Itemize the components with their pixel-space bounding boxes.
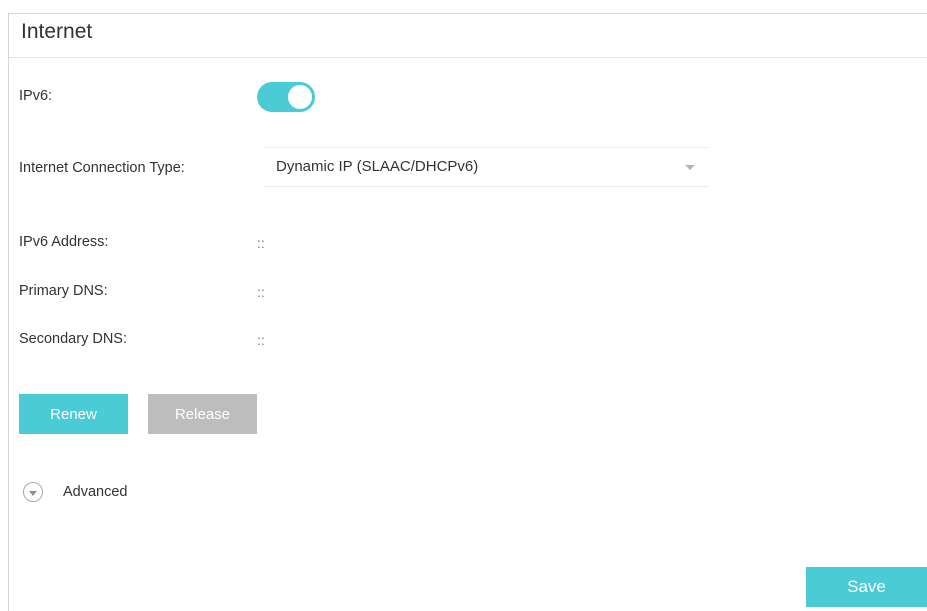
advanced-toggle[interactable]: Advanced — [23, 482, 128, 502]
panel-title: Internet — [21, 20, 93, 43]
dropdown-caret-icon — [685, 165, 695, 170]
connection-type-value: Dynamic IP (SLAAC/DHCPv6) — [276, 158, 479, 175]
primary-dns-value: :: — [257, 284, 265, 300]
chevron-down-circle-icon — [23, 482, 43, 502]
ipv6-address-label: IPv6 Address: — [19, 234, 109, 250]
ipv6-address-value: :: — [257, 235, 265, 251]
ipv6-label: IPv6: — [19, 88, 53, 104]
connection-type-select[interactable]: Dynamic IP (SLAAC/DHCPv6) — [264, 147, 709, 187]
ipv6-toggle[interactable] — [257, 82, 315, 112]
save-button[interactable]: Save — [806, 567, 927, 607]
primary-dns-label: Primary DNS: — [19, 283, 108, 299]
secondary-dns-value: :: — [257, 332, 265, 348]
title-divider — [9, 57, 927, 58]
connection-type-label: Internet Connection Type: — [19, 160, 185, 176]
toggle-knob — [288, 85, 312, 109]
secondary-dns-label: Secondary DNS: — [19, 331, 127, 347]
renew-button[interactable]: Renew — [19, 394, 128, 434]
advanced-label: Advanced — [63, 484, 128, 500]
release-button[interactable]: Release — [148, 394, 257, 434]
internet-panel: Internet — [8, 13, 927, 611]
